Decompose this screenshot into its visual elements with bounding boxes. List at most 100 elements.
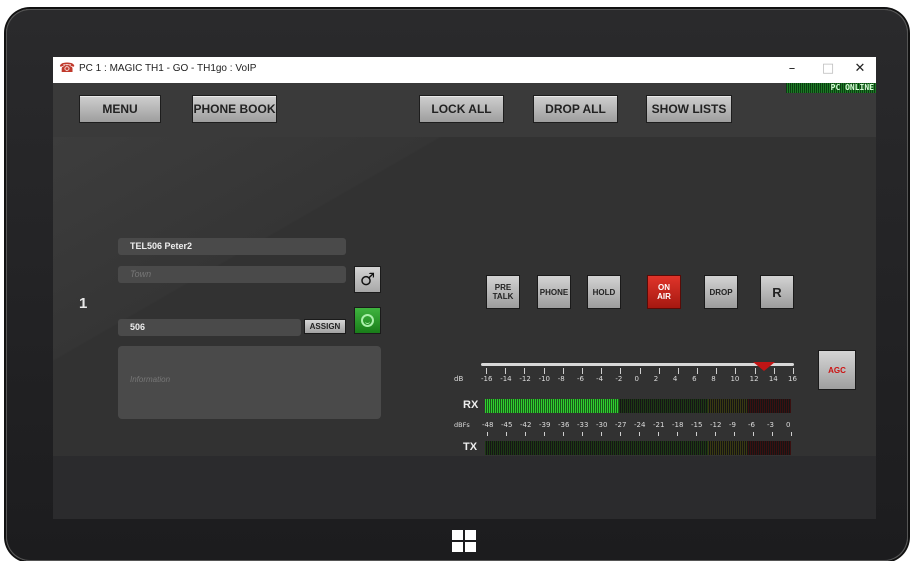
meter-zone [485,441,709,455]
smiley-icon[interactable] [354,307,381,334]
gain-tick-label: 0 [634,375,639,383]
gain-tick-label: -2 [615,375,623,383]
meter-zone [708,399,749,413]
tx-label: TX [463,441,478,453]
gain-slider-thumb[interactable] [753,362,776,371]
pre-talk-label-1: PRE [494,283,512,292]
meter-tick-label: -9 [729,421,736,429]
meter-tick [658,432,659,436]
pre-talk-button[interactable]: PRE TALK [486,275,520,309]
male-symbol-icon[interactable]: ♂ [354,266,381,293]
tx-meter [485,441,791,455]
gain-tick-label: 12 [749,375,759,383]
phone-app-icon: ☎ [59,61,76,76]
meter-tick [791,432,792,436]
show-lists-button[interactable]: SHOW LISTS [646,95,732,123]
meter-tick [734,432,735,436]
meter-tick [506,432,507,436]
meter-tick-label: -12 [710,421,722,429]
gain-tick-label: 4 [672,375,678,383]
gain-tick [754,368,756,374]
meter-tick [582,432,583,436]
gain-tick-label: 6 [692,375,697,383]
meter-tick-label: -24 [634,421,646,429]
line-panel: 1 TEL506 Peter2 Town 506 ASSIGN Informat… [53,137,876,456]
gain-tick-label: -12 [519,375,531,383]
phone-book-button[interactable]: PHONE BOOK [192,95,277,123]
gain-tick [505,368,507,374]
pre-talk-label-2: TALK [492,292,514,301]
gain-slider[interactable] [481,363,794,366]
meter-tick-label: 0 [786,421,791,429]
hold-button[interactable]: HOLD [587,275,621,309]
drop-button[interactable]: DROP [704,275,738,309]
on-air-label-1: ON [658,283,670,292]
meter-tick [715,432,716,436]
pc-online-status: PC ONLINE [786,83,876,93]
gain-tick [639,368,641,374]
gain-tick-label: 10 [730,375,740,383]
menu-button[interactable]: MENU [79,95,161,123]
window-title: PC 1 : MAGIC TH1 - GO - TH1go : VoIP [79,63,257,74]
meter-tick-label: -6 [748,421,755,429]
gain-tick [601,368,603,374]
bottom-panel [53,456,876,519]
gain-tick [773,368,775,374]
assign-button[interactable]: ASSIGN [304,319,346,334]
gain-tick-label: 2 [653,375,659,383]
caller-name-field[interactable]: TEL506 Peter2 [118,238,346,255]
rx-label: RX [463,399,479,411]
windows-logo-icon[interactable] [452,530,476,552]
meter-tick-label: -48 [482,421,494,429]
close-button[interactable]: ✕ [843,59,876,81]
meter-tick [753,432,754,436]
lock-all-button[interactable]: LOCK ALL [419,95,504,123]
gain-tick [697,368,699,374]
gain-tick [793,368,794,374]
gain-tick [677,368,679,374]
agc-button[interactable]: AGC [818,350,856,390]
app-window: ☎ PC 1 : MAGIC TH1 - GO - TH1go : VoIP –… [53,57,876,519]
meter-tick-label: -36 [558,421,570,429]
meter-tick [487,432,488,436]
gain-tick-label: 14 [768,375,778,383]
meter-tick-label: -30 [596,421,608,429]
toolbar: MENU PHONE BOOK LOCK ALL DROP ALL SHOW L… [53,83,876,137]
meter-tick-label: -42 [520,421,532,429]
line-number: 1 [79,295,88,312]
meter-zone [708,441,749,455]
meter-tick [563,432,564,436]
gain-tick [543,368,545,374]
gain-tick-label: 16 [788,375,797,383]
gain-tick-label: -8 [557,375,565,383]
drop-all-button[interactable]: DROP ALL [533,95,618,123]
phone-button[interactable]: PHONE [537,275,571,309]
gain-tick [486,368,487,374]
gain-tick-label: -10 [538,375,550,383]
information-field[interactable]: Information [118,346,381,419]
gain-tick [716,368,718,374]
gain-db-label: dB [454,375,464,383]
meter-tick-label: -27 [615,421,627,429]
meter-tick [620,432,621,436]
gain-tick [735,368,737,374]
meter-tick-label: -33 [577,421,589,429]
meter-tick [601,432,602,436]
gain-tick [562,368,564,374]
meter-level-bar [485,399,619,413]
on-air-label-2: AIR [657,292,671,301]
dbfs-label: dBFs [454,421,470,429]
phone-number-field[interactable]: 506 [118,319,301,336]
meter-tick-label: -15 [691,421,703,429]
meter-tick-label: -18 [672,421,684,429]
gain-tick-label: -14 [500,375,512,383]
town-field[interactable]: Town [118,266,346,283]
minimize-button[interactable]: – [775,59,809,81]
gain-tick-label: -16 [481,375,493,383]
app-content: MENU PHONE BOOK LOCK ALL DROP ALL SHOW L… [53,83,876,519]
meter-tick [639,432,640,436]
meter-tick-label: -3 [767,421,774,429]
r-button[interactable]: R [760,275,794,309]
maximize-button[interactable]: □ [811,59,845,81]
on-air-button[interactable]: ON AIR [647,275,681,309]
